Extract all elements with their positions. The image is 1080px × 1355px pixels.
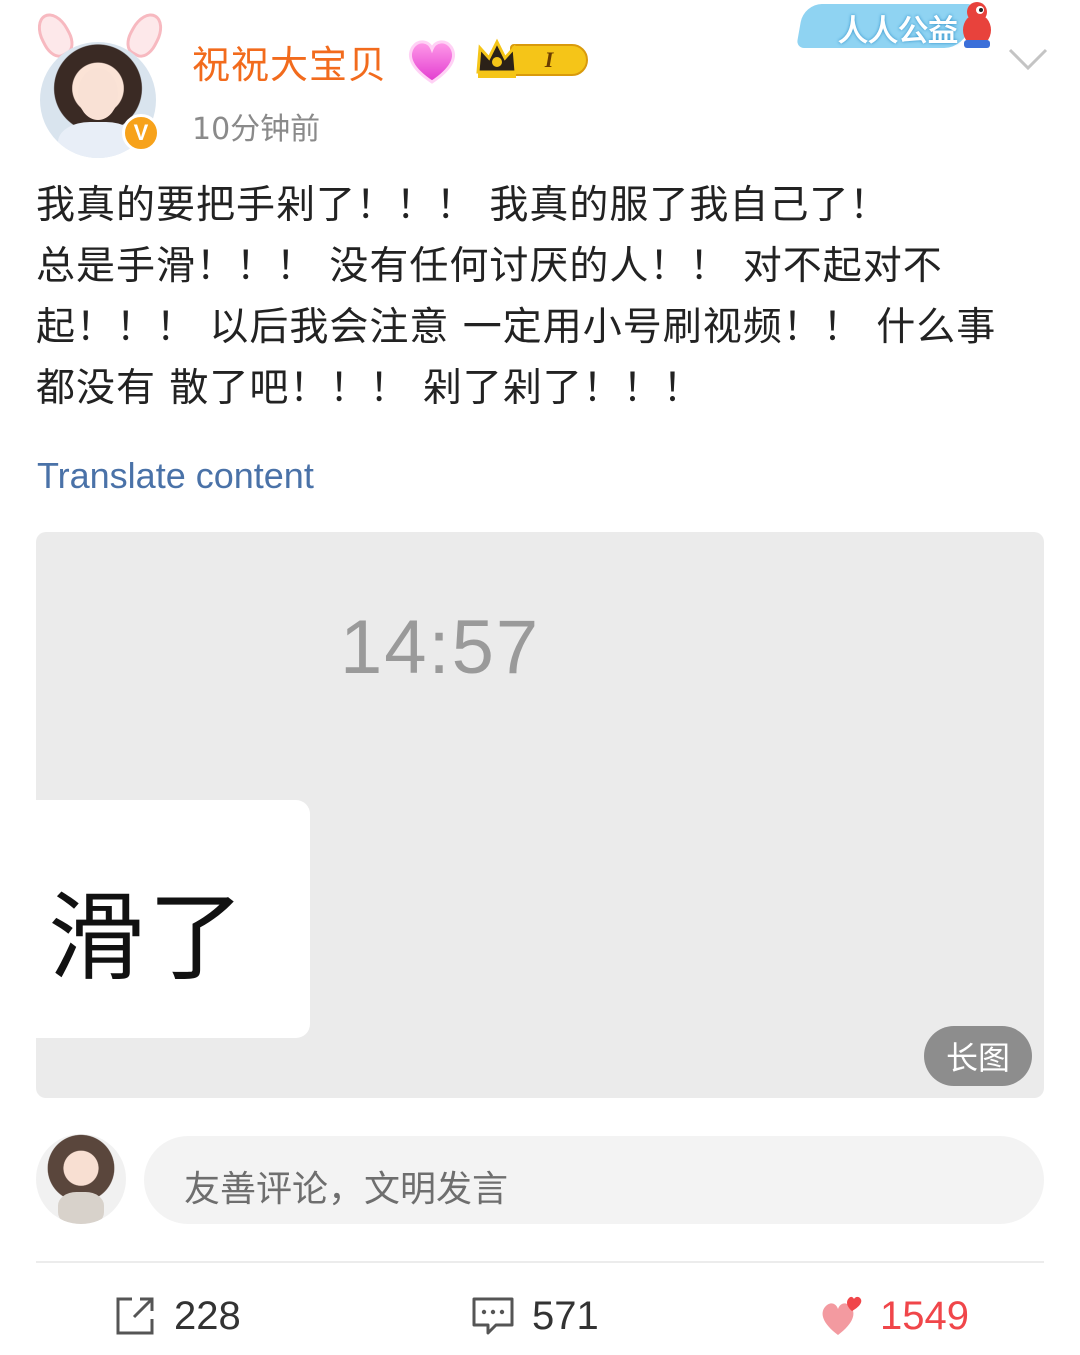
charity-label: 人人公益: [838, 14, 958, 49]
post-text-line: 总是手滑！！！ 没有任何讨厌的人！！ 对不起对不: [36, 244, 943, 289]
screenshot-clock: 14:57: [340, 605, 541, 690]
author-avatar[interactable]: V: [30, 7, 170, 158]
repost-button[interactable]: 228: [112, 1286, 241, 1346]
crown-icon: [476, 38, 518, 78]
post-text-line: 都没有 散了吧！！！ 剁了剁了！！！: [36, 366, 703, 411]
weibo-post: V 祝祝大宝贝 I 10分钟前 人人公益 我真的要把手剁了！！！ 我真的服了我自…: [0, 0, 1080, 1355]
divider: [36, 1261, 1044, 1263]
heart-badge-icon: [408, 40, 456, 84]
member-level-badge[interactable]: I: [474, 38, 590, 82]
comment-button[interactable]: 571: [470, 1286, 599, 1346]
repost-icon: [116, 1297, 154, 1335]
like-count: 1549: [880, 1293, 969, 1338]
like-heart-icon: [822, 1296, 862, 1335]
post-text-line: 我真的要把手剁了！！！ 我真的服了我自己了！: [36, 183, 890, 228]
chat-bubble-text: 滑了: [48, 882, 248, 994]
translate-link[interactable]: Translate content: [37, 455, 314, 497]
post-text: 我真的要把手剁了！！！ 我真的服了我自己了！ 总是手滑！！！ 没有任何讨厌的人！…: [36, 175, 1046, 419]
verified-v-icon: V: [122, 114, 160, 152]
comment-input[interactable]: 友善评论，文明发言: [144, 1136, 1044, 1224]
post-text-line: 起！！！ 以后我会注意 一定用小号刷视频！！ 什么事: [36, 305, 997, 350]
level-label: I: [510, 44, 588, 76]
charity-badge[interactable]: 人人公益: [796, 0, 1000, 58]
comment-placeholder: 友善评论，文明发言: [184, 1169, 509, 1210]
post-time: 10分钟前: [192, 112, 321, 147]
mascot-icon: [963, 2, 991, 48]
repost-count: 228: [174, 1293, 241, 1338]
comment-count: 571: [532, 1293, 599, 1338]
current-user-avatar[interactable]: [36, 1134, 126, 1224]
author-name[interactable]: 祝祝大宝贝: [192, 34, 387, 89]
chat-bubble: 滑了: [36, 800, 310, 1038]
post-image[interactable]: 14:57 滑了 长图: [36, 532, 1044, 1098]
comment-icon: [472, 1297, 514, 1335]
like-button[interactable]: 1549: [818, 1286, 969, 1346]
chevron-down-icon[interactable]: [1004, 44, 1052, 74]
long-image-badge: 长图: [924, 1026, 1032, 1086]
